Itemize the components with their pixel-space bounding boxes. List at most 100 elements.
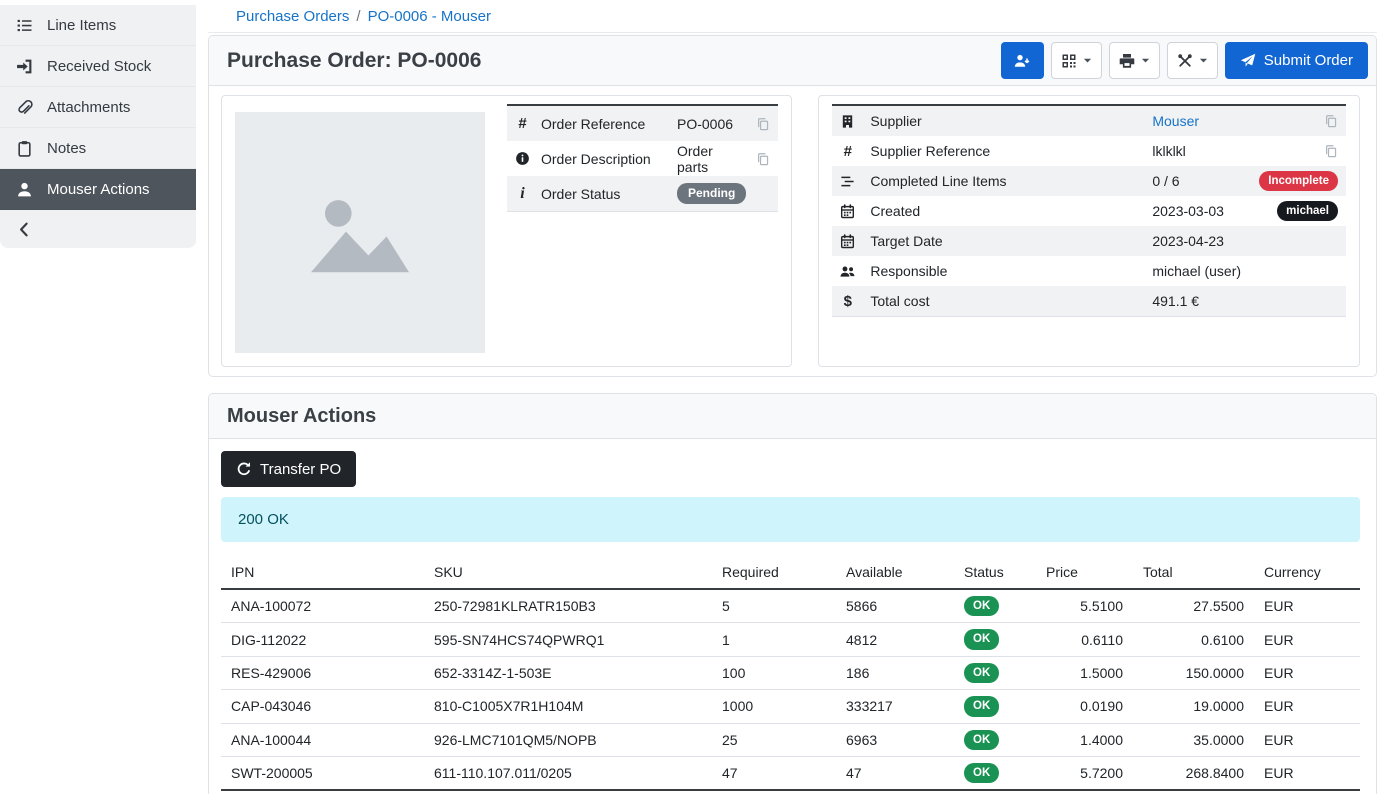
detail-badge: Incomplete <box>1259 171 1338 191</box>
cell: 611-110.107.011/0205 <box>424 756 712 790</box>
detail-value: Pending <box>677 183 746 204</box>
order-image-placeholder[interactable] <box>235 112 485 353</box>
users-icon <box>840 264 855 279</box>
cell: EUR <box>1254 623 1360 656</box>
copy-icon[interactable] <box>1324 144 1338 158</box>
column-header-available: Available <box>836 559 954 589</box>
user-icon <box>16 181 33 198</box>
copy-icon[interactable] <box>756 152 770 166</box>
mouser-actions-card: Mouser Actions Transfer PO 200 OK IPNSKU… <box>208 393 1377 794</box>
qrcode-icon <box>1061 53 1077 69</box>
toolbar: Submit Order <box>1001 42 1368 79</box>
cell: 186 <box>836 656 954 689</box>
cell: 5.7200 <box>1036 756 1133 790</box>
paper-plane-icon <box>1240 53 1256 69</box>
copy-icon[interactable] <box>756 117 770 131</box>
detail-value: michael (user) <box>1152 263 1338 279</box>
status-ok-badge: OK <box>964 629 999 649</box>
parts-table-row: ANA-100072250-72981KLRATR150B355866OK5.5… <box>221 589 1360 623</box>
cell: EUR <box>1254 690 1360 723</box>
list-icon <box>16 17 33 34</box>
print-actions-button[interactable] <box>1109 42 1160 79</box>
building-icon <box>840 114 855 129</box>
image-placeholder-icon <box>304 177 416 289</box>
parts-table-row: CAP-043046810-C1005X7R1H104M1000333217OK… <box>221 690 1360 723</box>
sidebar-item-label: Line Items <box>47 17 116 34</box>
caret-down-icon <box>1083 56 1092 65</box>
cell: 25 <box>712 723 836 756</box>
parts-table-row: SWT-200005611-110.107.011/02054747OK5.72… <box>221 756 1360 790</box>
detail-row-end <box>756 117 770 131</box>
submit-order-label: Submit Order <box>1264 52 1353 69</box>
detail-row-end <box>1324 114 1338 128</box>
detail-value-text: 2023-04-23 <box>1152 233 1224 249</box>
calendar-icon <box>840 234 855 249</box>
detail-label: Responsible <box>870 263 1152 279</box>
parts-table-footer-row: Total501.0000 <box>221 790 1360 794</box>
detail-row-end: michael <box>1277 201 1338 221</box>
status-ok-badge: OK <box>964 663 999 683</box>
cell: 0.6100 <box>1133 623 1254 656</box>
clipboard-icon <box>16 140 33 157</box>
submit-order-button[interactable]: Submit Order <box>1225 42 1368 79</box>
detail-value-link[interactable]: Mouser <box>1152 113 1199 129</box>
status-ok-badge: OK <box>964 763 999 783</box>
cell: 100 <box>712 656 836 689</box>
column-header-price: Price <box>1036 559 1133 589</box>
main-content: Purchase Orders / PO-0006 - Mouser Purch… <box>196 0 1383 794</box>
parts-table-row: RES-429006652-3314Z-1-503E100186OK1.5000… <box>221 656 1360 689</box>
copy-icon[interactable] <box>1324 114 1338 128</box>
detail-row: Target Date2023-04-23 <box>832 226 1346 256</box>
detail-label: Supplier Reference <box>870 143 1152 159</box>
cell: 6963 <box>836 723 954 756</box>
detail-value: 2023-03-03 <box>1152 203 1277 219</box>
footer-empty-cell <box>1254 790 1360 794</box>
sidebar-item-received-stock[interactable]: Received Stock <box>0 46 196 87</box>
order-actions-button[interactable] <box>1167 42 1218 79</box>
parts-table-header-row: IPNSKURequiredAvailableStatusPriceTotalC… <box>221 559 1360 589</box>
cell: 19.0000 <box>1133 690 1254 723</box>
detail-value: 2023-04-23 <box>1152 233 1338 249</box>
breadcrumb-link-current[interactable]: PO-0006 - Mouser <box>368 8 491 25</box>
mouser-actions-body: Transfer PO 200 OK IPNSKURequiredAvailab… <box>209 439 1376 794</box>
detail-label: Order Description <box>541 151 677 167</box>
cell: 5.5100 <box>1036 589 1133 623</box>
transfer-po-button[interactable]: Transfer PO <box>221 451 356 487</box>
page-title: Purchase Order: PO-0006 <box>227 49 481 73</box>
cell: 5866 <box>836 589 954 623</box>
purchase-order-card: Purchase Order: PO-0006 <box>208 35 1377 377</box>
cell: 1 <box>712 623 836 656</box>
detail-badge: michael <box>1277 201 1338 221</box>
list-stream-icon <box>840 174 855 189</box>
sidebar-item-notes[interactable]: Notes <box>0 128 196 169</box>
status-cell: OK <box>954 756 1036 790</box>
barcode-actions-button[interactable] <box>1051 42 1102 79</box>
supplier-details-table: SupplierMouser#Supplier Referencelklklkl… <box>832 104 1346 317</box>
user-actions-button[interactable] <box>1001 42 1044 79</box>
detail-row: SupplierMouser <box>832 106 1346 136</box>
cell: 1.4000 <box>1036 723 1133 756</box>
detail-value-text: 0 / 6 <box>1152 173 1179 189</box>
sidebar-item-line-items[interactable]: Line Items <box>0 5 196 46</box>
hash-icon: # <box>840 144 855 159</box>
detail-value: 491.1 € <box>1152 293 1338 309</box>
column-header-ipn: IPN <box>221 559 424 589</box>
sidebar-item-mouser-actions[interactable]: Mouser Actions <box>0 169 196 210</box>
purchase-order-details: #Order ReferencePO-0006Order Description… <box>209 86 1376 376</box>
sidebar-collapse-button[interactable] <box>0 210 196 248</box>
user-arrow-down-icon <box>1014 53 1030 69</box>
cell: 150.0000 <box>1133 656 1254 689</box>
detail-row-end: Incomplete <box>1259 171 1338 191</box>
detail-value-text: PO-0006 <box>677 116 733 132</box>
paperclip-icon <box>16 99 33 116</box>
breadcrumb: Purchase Orders / PO-0006 - Mouser <box>208 0 1377 33</box>
footer-total-value: 501.0000 <box>1133 790 1254 794</box>
sidebar-item-attachments[interactable]: Attachments <box>0 87 196 128</box>
breadcrumb-link-purchase-orders[interactable]: Purchase Orders <box>236 8 349 25</box>
detail-value-text: michael (user) <box>1152 263 1241 279</box>
cell: 27.5500 <box>1133 589 1254 623</box>
column-header-required: Required <box>712 559 836 589</box>
purchase-order-card-header: Purchase Order: PO-0006 <box>209 36 1376 86</box>
order-details-table: #Order ReferencePO-0006Order Description… <box>507 104 778 212</box>
cell: ANA-100072 <box>221 589 424 623</box>
